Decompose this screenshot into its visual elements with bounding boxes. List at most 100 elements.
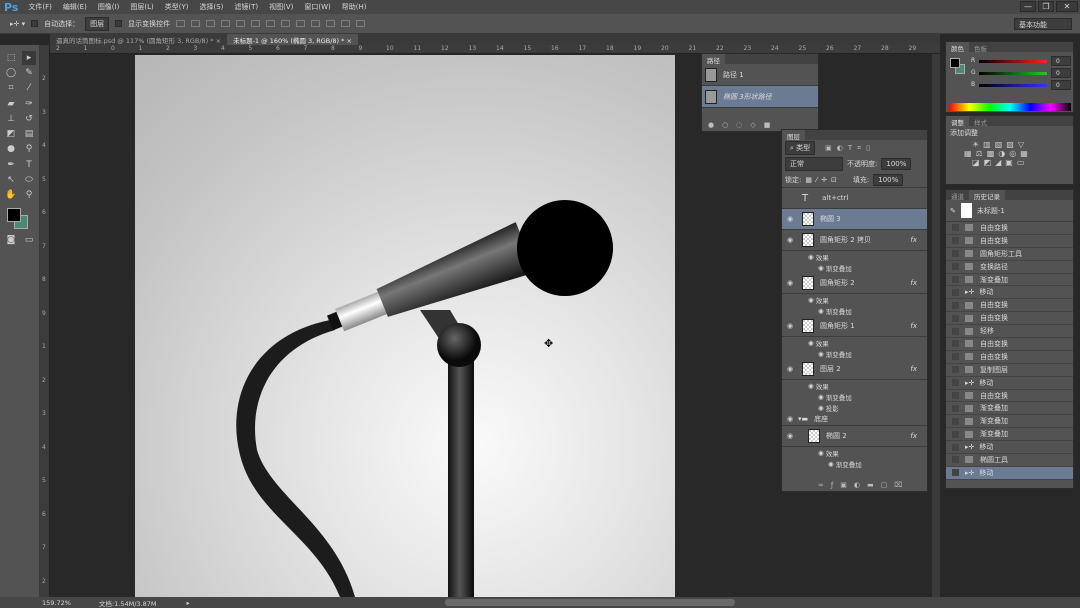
fx-icon[interactable]: fx bbox=[910, 322, 917, 330]
restore-button[interactable]: ❐ bbox=[1038, 1, 1054, 12]
history-checkbox[interactable] bbox=[952, 237, 959, 245]
history-item[interactable]: ▸✛ 移动 bbox=[946, 441, 1073, 455]
eraser-tool-icon[interactable]: ◩ bbox=[4, 127, 18, 141]
history-checkbox[interactable] bbox=[952, 469, 959, 477]
tab-document-2[interactable]: 未标题-1 @ 160% (椭圆 3, RGB/8) * × bbox=[227, 34, 358, 45]
history-checkbox[interactable] bbox=[952, 276, 959, 283]
history-snapshot[interactable]: ✎ 未标题-1 bbox=[946, 200, 1073, 222]
quick-select-tool-icon[interactable]: ✎ bbox=[22, 66, 36, 80]
menu-edit[interactable]: 编辑(E) bbox=[63, 2, 87, 12]
history-item[interactable]: 渐变叠加 bbox=[946, 274, 1073, 287]
history-checkbox[interactable] bbox=[952, 301, 959, 309]
document-canvas[interactable] bbox=[135, 55, 675, 597]
history-checkbox[interactable] bbox=[952, 366, 959, 374]
eye-icon[interactable]: ◉ bbox=[782, 279, 798, 287]
effect-row[interactable]: ◉ 渐变叠加 bbox=[782, 305, 927, 316]
eye-icon[interactable]: ◉ bbox=[818, 393, 826, 401]
menu-view[interactable]: 视图(V) bbox=[269, 2, 293, 12]
history-item[interactable]: 自由变换 bbox=[946, 390, 1073, 403]
history-checkbox[interactable] bbox=[952, 417, 959, 425]
ellipse-tool-icon[interactable]: ⬭ bbox=[22, 173, 36, 187]
history-item[interactable]: ▸✛ 移动 bbox=[946, 377, 1073, 390]
history-checkbox[interactable] bbox=[952, 263, 959, 271]
fx-icon[interactable]: fx bbox=[910, 279, 917, 287]
type-tool-icon[interactable]: T bbox=[22, 158, 36, 172]
history-item[interactable]: 自由变换 bbox=[946, 351, 1073, 364]
history-item[interactable]: 渐变叠加 bbox=[946, 428, 1073, 442]
menu-help[interactable]: 帮助(H) bbox=[342, 2, 367, 12]
path-item-selected[interactable]: 椭圆 3形状路径 bbox=[702, 86, 818, 108]
path-select-tool-icon[interactable]: ↖ bbox=[4, 173, 18, 187]
adjustments-tab[interactable]: 调整 bbox=[946, 116, 969, 127]
history-checkbox[interactable] bbox=[952, 353, 959, 361]
effect-row[interactable]: ◉ 渐变叠加 bbox=[782, 262, 927, 273]
fill-input[interactable]: 100% bbox=[873, 173, 904, 186]
history-checkbox[interactable] bbox=[952, 340, 959, 348]
gradient-tool-icon[interactable]: ▤ bbox=[22, 127, 36, 141]
color-tab[interactable]: 颜色 bbox=[946, 42, 969, 53]
zoom-tool-icon[interactable]: ⚲ bbox=[22, 188, 36, 202]
history-item[interactable]: 自由变换 bbox=[946, 235, 1073, 248]
layer-row[interactable]: ◉ 椭圆 3 bbox=[782, 209, 927, 230]
align-right-icon[interactable] bbox=[251, 20, 261, 27]
history-checkbox[interactable] bbox=[952, 456, 959, 464]
effects-row[interactable]: ◉ 效果 bbox=[782, 251, 927, 262]
eye-icon[interactable]: ◉ bbox=[808, 253, 816, 261]
adjustment-icons-row-2[interactable]: ▦⚖▩◑◎▦ bbox=[946, 149, 1073, 158]
history-item[interactable]: 变换路径 bbox=[946, 261, 1073, 274]
history-checkbox[interactable] bbox=[952, 430, 959, 438]
lock-icons[interactable]: ▦⁄✛⊡ bbox=[805, 176, 841, 184]
workspace-dropdown[interactable]: 基本功能 bbox=[1014, 18, 1072, 30]
effect-row[interactable]: ◉ 渐变叠加 bbox=[782, 391, 927, 402]
paths-footer-icons[interactable]: ●○◌◇■ bbox=[708, 121, 778, 129]
layers-tab[interactable]: 图层 bbox=[782, 130, 805, 141]
red-slider[interactable] bbox=[979, 60, 1047, 63]
fg-swatch[interactable] bbox=[950, 58, 960, 68]
eye-icon[interactable]: ◉ bbox=[808, 339, 816, 347]
brush-tool-icon[interactable]: ✑ bbox=[22, 97, 36, 111]
menu-select[interactable]: 选择(S) bbox=[199, 2, 223, 12]
stamp-tool-icon[interactable]: ⊥ bbox=[4, 112, 18, 126]
move-tool-icon[interactable]: ▸✛ ▾ bbox=[10, 20, 25, 28]
blue-slider[interactable] bbox=[979, 84, 1047, 87]
lasso-tool-icon[interactable]: ◯ bbox=[4, 66, 18, 80]
history-tab[interactable]: 历史记录 bbox=[969, 190, 1005, 201]
eye-icon[interactable]: ◉ bbox=[818, 307, 826, 315]
blue-input[interactable]: 0 bbox=[1051, 80, 1071, 90]
history-item[interactable]: ▸✛ 移动 bbox=[946, 286, 1073, 300]
eye-icon[interactable]: ◉ bbox=[808, 296, 816, 304]
eye-icon[interactable]: ◉ bbox=[818, 264, 826, 272]
layer-row[interactable]: ◉ 椭圆 2 fx bbox=[782, 426, 927, 447]
distribute-vcenter-icon[interactable] bbox=[281, 20, 291, 27]
dodge-tool-icon[interactable]: ⚲ bbox=[22, 142, 36, 156]
channels-tab[interactable]: 通道 bbox=[946, 190, 969, 201]
close-tab-icon[interactable]: × bbox=[346, 37, 351, 45]
history-brush-tool-icon[interactable]: ↺ bbox=[22, 112, 36, 126]
eye-icon[interactable]: ◉ bbox=[782, 322, 798, 330]
eye-icon[interactable]: ◉ bbox=[782, 365, 798, 373]
distribute-bottom-icon[interactable] bbox=[296, 20, 306, 27]
crop-tool-icon[interactable]: ⌗ bbox=[4, 81, 18, 95]
filter-dropdown[interactable]: ⌕ 类型 bbox=[785, 141, 816, 155]
effects-row[interactable]: ◉ 效果 bbox=[782, 380, 927, 391]
effects-row[interactable]: ◉ 效果 bbox=[782, 447, 927, 458]
distribute-right-icon[interactable] bbox=[341, 20, 351, 27]
history-checkbox[interactable] bbox=[952, 404, 959, 412]
green-slider[interactable] bbox=[979, 72, 1047, 75]
red-input[interactable]: 0 bbox=[1051, 56, 1071, 66]
history-item[interactable]: 渐变叠加 bbox=[946, 415, 1073, 429]
effects-row[interactable]: ◉ 效果 bbox=[782, 294, 927, 305]
history-checkbox[interactable] bbox=[952, 288, 959, 296]
foreground-color-swatch[interactable] bbox=[7, 208, 21, 222]
layer-row[interactable]: ◉ 图层 2 fx bbox=[782, 359, 927, 380]
horizontal-scrollbar[interactable] bbox=[445, 599, 735, 606]
history-checkbox[interactable] bbox=[952, 327, 959, 335]
history-item[interactable]: 圆角矩形工具 bbox=[946, 248, 1073, 261]
fx-icon[interactable]: fx bbox=[910, 236, 917, 244]
close-button[interactable]: ✕ bbox=[1056, 1, 1078, 12]
status-arrow-icon[interactable]: ▸ bbox=[186, 599, 189, 607]
menu-window[interactable]: 窗口(W) bbox=[304, 2, 330, 12]
fx-icon[interactable]: fx bbox=[910, 365, 917, 373]
align-left-icon[interactable] bbox=[221, 20, 231, 27]
marquee-tool-icon[interactable]: ⬚ bbox=[4, 51, 18, 65]
